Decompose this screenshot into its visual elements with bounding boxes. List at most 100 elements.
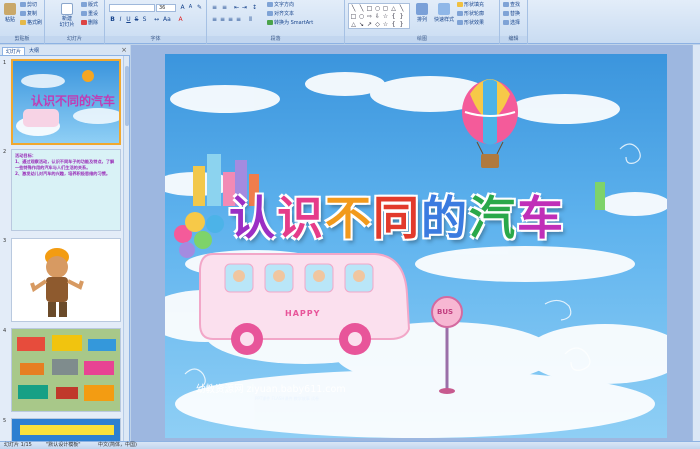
numbering-icon[interactable]: ≡ <box>221 4 228 11</box>
font-size-combo[interactable]: 36 <box>156 4 176 12</box>
slide-5-banner <box>20 425 114 435</box>
slide-thumbnail-4[interactable] <box>11 328 121 412</box>
star-shape-icon[interactable]: ☆ <box>382 13 389 20</box>
brace-shape-icon[interactable]: { <box>390 21 397 28</box>
align-center-icon[interactable]: ≡ <box>219 16 226 23</box>
smartart-button[interactable]: 转换为 SmartArt <box>267 20 313 27</box>
arrow-shape-icon[interactable]: ↗ <box>366 21 373 28</box>
shadow-icon[interactable]: S <box>141 16 148 23</box>
thumbnail-scrollbar[interactable] <box>123 56 129 441</box>
oval-shape-icon[interactable]: ○ <box>358 13 365 20</box>
bus-stop-sign-label: BUS <box>437 308 454 316</box>
rounded-rect-shape-icon[interactable]: ▢ <box>382 5 389 12</box>
text-direction-button[interactable]: 文字方向 <box>267 2 294 9</box>
paragraph-group-label: 段落 <box>207 36 344 43</box>
tab-slides[interactable]: 幻灯片 <box>2 47 26 55</box>
title-char: 车 <box>517 191 565 245</box>
slide-thumbnail-1[interactable]: 认识不同的汽车 <box>11 59 121 145</box>
shapes-gallery[interactable]: ╲ ╲ □ ○ ▢ △ ╲ □ ○ ⇨ ⇩ ☆ { } △ ↘ ↗ ◇ ☆ { … <box>348 3 410 29</box>
drawing-group: ╲ ╲ □ ○ ▢ △ ╲ □ ○ ⇨ ⇩ ☆ { } △ ↘ ↗ ◇ ☆ { … <box>345 0 500 44</box>
strikethrough-icon[interactable]: S <box>133 16 140 23</box>
change-case-icon[interactable]: Aa <box>163 16 171 23</box>
new-slide-button[interactable]: 新建 幻灯片 <box>57 2 77 30</box>
slide-edit-area: HAPPY BUS 认识不同的汽车 幼教资源网 ziyuan.baby611.c… <box>131 45 700 441</box>
line-spacing-icon[interactable]: ↕ <box>251 4 258 11</box>
quick-styles-button[interactable]: 快速样式 <box>433 2 455 30</box>
scrollbar-thumb[interactable] <box>125 66 129 126</box>
arrow-shape-icon[interactable]: ⇨ <box>366 13 373 20</box>
delete-icon <box>81 20 87 25</box>
oval-shape-icon[interactable]: ○ <box>374 5 381 12</box>
font-name-combo[interactable] <box>109 4 155 12</box>
decrease-indent-icon[interactable]: ⇤ <box>233 4 240 11</box>
bold-icon[interactable]: B <box>109 16 116 23</box>
brace-shape-icon[interactable]: } <box>398 21 405 28</box>
arrow-shape-icon[interactable]: ↘ <box>358 21 365 28</box>
vehicles-collage-image <box>12 329 120 411</box>
slide-number: 1 <box>3 60 7 66</box>
callout-shape-icon[interactable]: ◇ <box>374 21 381 28</box>
layout-button[interactable]: 版式 <box>81 2 98 9</box>
reset-icon <box>81 11 87 16</box>
brace-shape-icon[interactable]: } <box>398 13 405 20</box>
font-color-icon[interactable]: A <box>177 16 184 23</box>
shrink-font-icon[interactable]: A <box>187 4 194 11</box>
rectangle-shape-icon[interactable]: □ <box>350 13 357 20</box>
align-right-icon[interactable]: ≡ <box>227 16 234 23</box>
rectangle-shape-icon[interactable]: □ <box>366 5 373 12</box>
italic-icon[interactable]: I <box>117 16 124 23</box>
slides-group: 新建 幻灯片 版式 重设 删除 幻灯片 <box>45 0 105 44</box>
close-icon[interactable]: × <box>121 46 127 54</box>
slide-scrollbar[interactable] <box>692 45 700 441</box>
char-spacing-icon[interactable]: ↔ <box>153 16 160 23</box>
cut-button[interactable]: 剪切 <box>20 2 37 9</box>
select-button[interactable]: 选择 <box>503 20 520 27</box>
paste-button[interactable]: 粘贴 <box>2 2 18 30</box>
arrange-icon <box>416 3 428 15</box>
tab-outline[interactable]: 大纲 <box>26 47 42 55</box>
shape-effects-button[interactable]: 形状效果 <box>457 20 484 27</box>
hot-air-balloon <box>462 79 518 168</box>
line-shape-icon[interactable]: ╲ <box>350 5 357 12</box>
justify-icon[interactable]: ≡ <box>235 16 242 23</box>
find-icon <box>503 2 509 7</box>
title-char: 汽 <box>469 191 517 245</box>
clear-format-icon[interactable]: ✎ <box>196 4 203 11</box>
arrow-shape-icon[interactable]: ⇩ <box>374 13 381 20</box>
slide-title[interactable]: 认识不同的汽车 <box>229 182 565 248</box>
panel-tabs: 幻灯片 大纲 × <box>0 45 130 56</box>
bullets-icon[interactable]: ≡ <box>211 4 218 11</box>
increase-indent-icon[interactable]: ⇥ <box>241 4 248 11</box>
triangle-shape-icon[interactable]: △ <box>390 5 397 12</box>
format-painter-button[interactable]: 格式刷 <box>20 20 42 27</box>
reset-button[interactable]: 重设 <box>81 11 98 18</box>
line-shape-icon[interactable]: ╲ <box>358 5 365 12</box>
shape-fill-button[interactable]: 形状填充 <box>457 2 484 9</box>
columns-icon[interactable]: ⫴ <box>247 16 254 23</box>
grow-font-icon[interactable]: A <box>179 4 186 11</box>
slide-1-preview: 认识不同的汽车 <box>16 70 119 136</box>
align-left-icon[interactable]: ≡ <box>211 16 218 23</box>
slide-thumbnail-2[interactable]: 活动目标： 1、通过观察活动，认识不同车子的功能及特点，了解一些特殊作用的汽车与… <box>11 149 121 231</box>
slide-thumbnail-5[interactable] <box>11 418 121 441</box>
copy-button[interactable]: 复制 <box>20 11 37 18</box>
editing-group-label: 编辑 <box>500 36 527 43</box>
brace-shape-icon[interactable]: { <box>390 13 397 20</box>
pen-icon <box>457 11 463 16</box>
slide-2-text: 活动目标： 1、通过观察活动，认识不同车子的功能及特点，了解一些特殊作用的汽车与… <box>15 153 115 176</box>
replace-button[interactable]: 替换 <box>503 11 520 18</box>
triangle-shape-icon[interactable]: △ <box>350 21 357 28</box>
align-text-button[interactable]: 对齐文本 <box>267 11 294 18</box>
find-button[interactable]: 查找 <box>503 2 520 9</box>
line-shape-icon[interactable]: ╲ <box>398 5 405 12</box>
delete-slide-button[interactable]: 删除 <box>81 20 98 27</box>
replace-icon <box>503 11 509 16</box>
clipboard-icon <box>4 3 16 15</box>
shape-outline-button[interactable]: 形状轮廓 <box>457 11 484 18</box>
star-shape-icon[interactable]: ☆ <box>382 21 389 28</box>
arrange-button[interactable]: 排列 <box>413 2 431 30</box>
underline-icon[interactable]: U <box>125 16 132 23</box>
copy-icon <box>20 11 26 16</box>
current-slide[interactable]: HAPPY BUS 认识不同的汽车 幼教资源网 ziyuan.baby611.c… <box>165 54 667 438</box>
slide-thumbnail-3[interactable] <box>11 238 121 322</box>
